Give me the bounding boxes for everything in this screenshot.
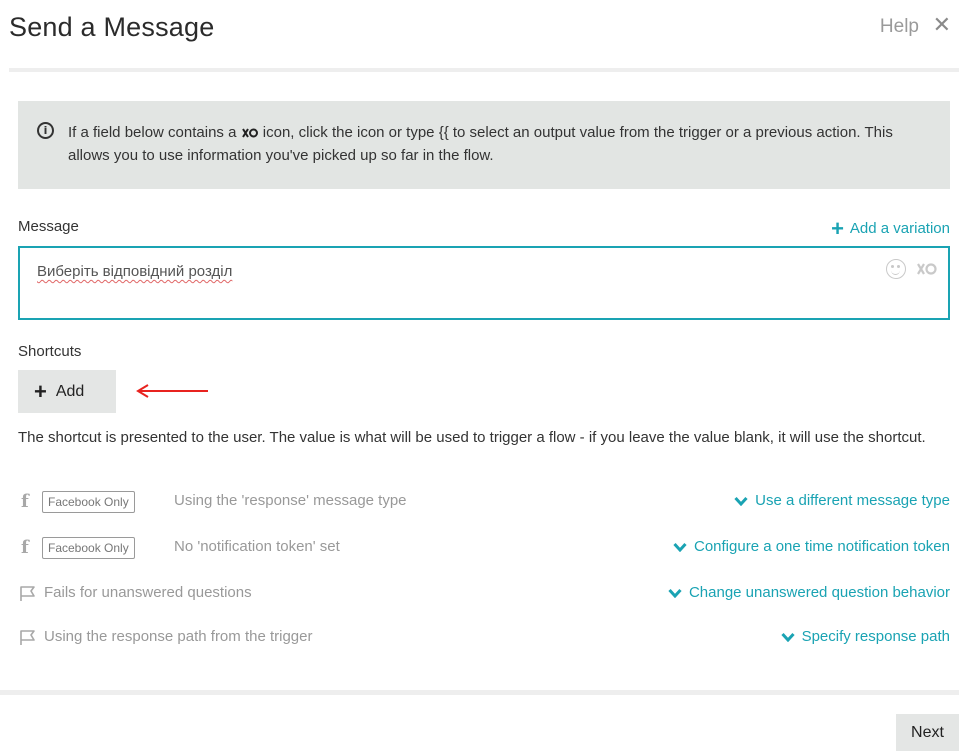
variable-picker-icon[interactable]	[916, 262, 938, 276]
plus-icon: +	[34, 378, 47, 404]
message-input[interactable]: Виберіть відповідний розділ	[18, 246, 950, 320]
info-text-part1: If a field below contains a	[68, 124, 241, 141]
chevron-down-icon	[673, 543, 687, 553]
configure-notification-token-link[interactable]: Configure a one time notification token	[673, 538, 950, 555]
chevron-down-icon	[780, 633, 795, 643]
setting-text: Using the response path from the trigger	[44, 628, 313, 645]
flag-icon	[20, 586, 35, 601]
specify-response-path-link[interactable]: Specify response path	[780, 628, 950, 645]
add-variation-label: Add a variation	[849, 220, 950, 237]
setting-row: Fails for unanswered questions Change un…	[18, 582, 950, 606]
change-unanswered-behavior-link[interactable]: Change unanswered question behavior	[668, 584, 950, 601]
close-icon[interactable]: ✕	[933, 12, 951, 38]
setting-row: f Facebook Only Using the 'response' mes…	[18, 490, 950, 514]
dialog-header: Send a Message Help ✕	[0, 0, 959, 72]
setting-row: f Facebook Only No 'notification token' …	[18, 536, 950, 560]
setting-action-label: Change unanswered question behavior	[688, 584, 950, 601]
shortcuts-description: The shortcut is presented to the user. T…	[18, 429, 926, 446]
info-icon: i	[37, 122, 54, 139]
shortcuts-label: Shortcuts	[18, 343, 82, 360]
message-label: Message	[18, 218, 79, 235]
setting-action-label: Specify response path	[801, 628, 950, 645]
plus-icon: +	[831, 216, 844, 241]
setting-row: Using the response path from the trigger…	[18, 626, 950, 650]
setting-action-label: Use a different message type	[755, 492, 950, 509]
chevron-down-icon	[668, 589, 682, 599]
flag-icon	[20, 630, 35, 645]
add-variation-link[interactable]: + Add a variation	[831, 216, 950, 242]
emoji-icon[interactable]	[886, 259, 906, 279]
facebook-only-badge: Facebook Only	[42, 491, 135, 513]
chevron-down-icon	[734, 497, 748, 507]
use-different-message-type-link[interactable]: Use a different message type	[734, 492, 950, 509]
add-shortcut-button[interactable]: + Add	[18, 370, 116, 413]
facebook-icon: f	[21, 537, 29, 558]
page-title: Send a Message	[9, 12, 215, 42]
next-button[interactable]: Next	[896, 714, 959, 751]
facebook-only-badge: Facebook Only	[42, 537, 135, 559]
message-input-value[interactable]: Виберіть відповідний розділ	[37, 263, 232, 280]
setting-text: No 'notification token' set	[174, 538, 340, 555]
setting-text: Using the 'response' message type	[174, 492, 407, 509]
help-link[interactable]: Help	[880, 16, 919, 38]
header-divider	[9, 68, 959, 72]
facebook-icon: f	[21, 491, 29, 512]
info-text: If a field below contains a icon, click …	[68, 121, 938, 167]
variable-link-icon	[241, 128, 258, 138]
add-shortcut-label: Add	[55, 382, 85, 400]
setting-text: Fails for unanswered questions	[44, 584, 252, 601]
setting-action-label: Configure a one time notification token	[694, 538, 950, 555]
info-banner: i If a field below contains a icon, clic…	[18, 101, 950, 189]
annotation-arrow	[136, 384, 208, 398]
footer-divider	[0, 690, 959, 695]
